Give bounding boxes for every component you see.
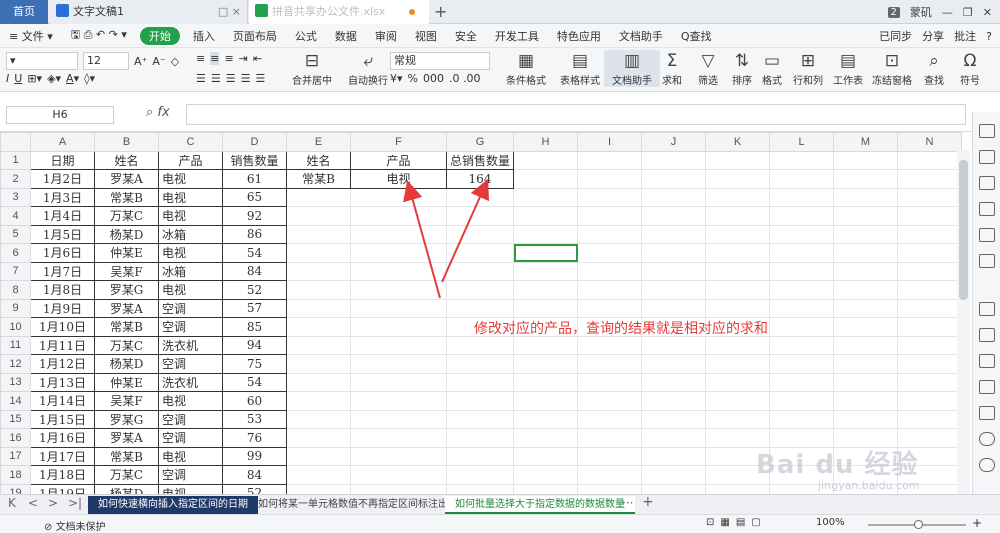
- zoom-level[interactable]: 100%: [816, 517, 845, 528]
- watermark-url: jingyan.baidu.com: [818, 479, 920, 492]
- baidu-watermark: Bai du 经验: [756, 450, 919, 480]
- sheet-tab-2[interactable]: 如何将某一单元格数值不再指定区间标注出来: [248, 496, 468, 514]
- chart-icon[interactable]: [979, 254, 995, 268]
- first-sheet-icon[interactable]: K: [8, 496, 16, 510]
- zoom-knob[interactable]: [914, 520, 923, 529]
- right-sidebar: [972, 112, 1000, 494]
- nav-icon[interactable]: [979, 432, 995, 446]
- export-icon[interactable]: [979, 354, 995, 368]
- history-icon[interactable]: [979, 458, 995, 472]
- select-icon[interactable]: [979, 124, 995, 138]
- prev-sheet-icon[interactable]: <: [28, 496, 38, 510]
- picture-icon[interactable]: [979, 406, 995, 420]
- comment-icon[interactable]: [979, 302, 995, 316]
- zoom-slider[interactable]: [868, 520, 966, 529]
- more-sheets-icon[interactable]: ···: [622, 496, 633, 510]
- sheet-tab-3[interactable]: 如何批量选择大于指定数据的数据数量: [445, 496, 635, 514]
- shapes-icon[interactable]: [979, 150, 995, 164]
- vertical-scrollbar[interactable]: [957, 150, 970, 494]
- zoom-in-icon[interactable]: +: [972, 516, 982, 530]
- style-icon[interactable]: [979, 176, 995, 190]
- sheet-tab-1[interactable]: 如何快速横向插入指定区间的日期: [88, 496, 258, 514]
- protect-status[interactable]: ⊘ 文档未保护: [44, 518, 106, 533]
- backup-icon[interactable]: [979, 328, 995, 342]
- view-mode-icons[interactable]: ⊡▦▤▢: [706, 517, 767, 528]
- sheet-tabs-bar: K < > >| 如何快速横向插入指定区间的日期 如何将某一单元格数值不再指定区…: [0, 494, 1000, 514]
- add-sheet-button[interactable]: +: [642, 494, 654, 510]
- grid-icon[interactable]: [979, 228, 995, 242]
- sheet-icon[interactable]: [979, 380, 995, 394]
- arrow-to-product: [403, 180, 441, 299]
- protect-label: 文档未保护: [55, 522, 106, 533]
- scroll-thumb[interactable]: [959, 160, 968, 300]
- status-bar: ⊘ 文档未保护 ⊡▦▤▢ 100% +: [0, 514, 1000, 533]
- table-icon[interactable]: [979, 202, 995, 216]
- annotation-text: 修改对应的产品，查询的结果就是相对应的求和: [474, 320, 768, 336]
- next-sheet-icon[interactable]: >: [48, 496, 58, 510]
- arrow-to-total: [441, 178, 490, 283]
- last-sheet-icon[interactable]: >|: [68, 496, 82, 510]
